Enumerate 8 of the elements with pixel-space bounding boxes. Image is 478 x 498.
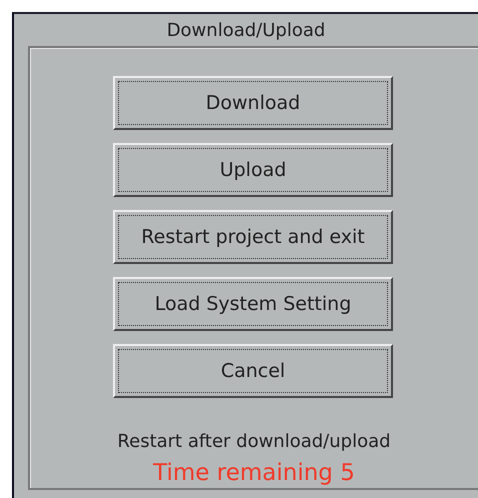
restart-message: Restart after download/upload [117, 433, 391, 451]
dialog-button[interactable]: Restart project and exit [113, 210, 393, 264]
dialog-button[interactable]: Load System Setting [113, 277, 393, 331]
dialog-button[interactable]: Upload [113, 143, 393, 197]
countdown-text: Time remaining 5 [153, 462, 355, 485]
dialog-button[interactable]: Download [113, 76, 393, 130]
window-title: Download/Upload [166, 19, 326, 43]
dialog-button[interactable]: Cancel [113, 344, 393, 398]
